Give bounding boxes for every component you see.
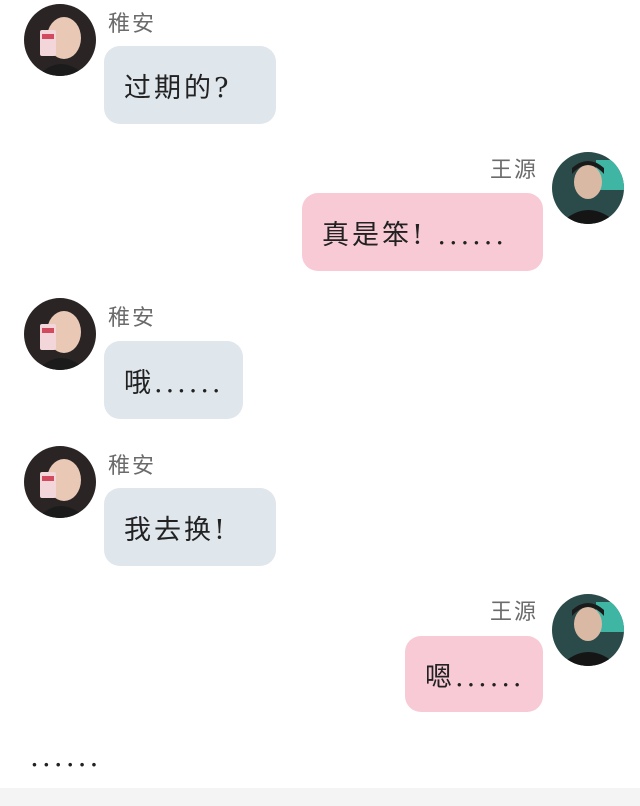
boy-avatar-icon[interactable] (552, 152, 624, 224)
boy-avatar-icon[interactable] (552, 594, 624, 666)
girl-avatar-icon[interactable] (24, 446, 96, 518)
girl-avatar-icon[interactable] (24, 298, 96, 370)
sender-name: 稚安 (108, 454, 157, 479)
message-bubble[interactable]: 我去换! (104, 488, 276, 566)
girl-avatar-icon[interactable] (24, 4, 96, 76)
message-bubble[interactable]: 嗯...... (405, 636, 543, 712)
trailing-ellipsis: ...... (30, 740, 102, 773)
bottom-strip (0, 788, 640, 806)
message-bubble[interactable]: 哦...... (104, 341, 243, 419)
message-bubble[interactable]: 真是笨! ...... (302, 193, 543, 271)
sender-name: 王源 (490, 600, 539, 625)
sender-name: 王源 (490, 158, 539, 183)
message-bubble[interactable]: 过期的? (104, 46, 276, 124)
sender-name: 稚安 (108, 306, 157, 331)
sender-name: 稚安 (108, 12, 157, 37)
